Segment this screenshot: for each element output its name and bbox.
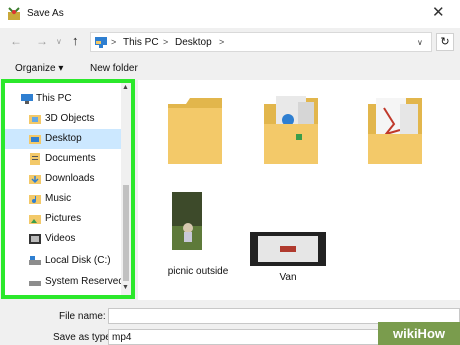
forward-arrow-icon[interactable]: → — [36, 34, 48, 48]
address-dropdown-icon[interactable]: ∨ — [417, 38, 423, 47]
nav-item-desktop[interactable]: Desktop — [5, 129, 121, 149]
drive-icon — [29, 281, 41, 286]
folder-item[interactable] — [366, 94, 424, 168]
save-as-type-label: Save as type: — [53, 332, 114, 343]
save-as-type-value: mp4 — [112, 332, 132, 343]
video-item[interactable]: Van — [250, 232, 330, 292]
this-pc-icon — [95, 37, 107, 48]
file-list: picnic outside Van — [138, 80, 460, 300]
watermark-logo: wikiHow — [378, 322, 460, 345]
nav-item-3d-objects[interactable]: 3D Objects — [5, 109, 121, 129]
folder-pdf-icon — [368, 98, 422, 164]
nav-item-label: This PC — [36, 93, 72, 104]
nav-scrollbar[interactable]: ▲ ▼ — [121, 83, 131, 295]
nav-item-label: Music — [45, 193, 72, 204]
nav-item-label: Local Disk (C:) — [45, 255, 111, 266]
nav-item-local-disk[interactable]: Local Disk (C:) — [5, 251, 121, 271]
downloads-icon — [29, 175, 41, 184]
nav-item-label: Documents — [45, 153, 96, 164]
folder-item[interactable] — [166, 94, 224, 168]
refresh-button[interactable]: ↻ — [436, 33, 454, 51]
video-thumbnail — [250, 232, 326, 266]
pictures-icon — [29, 215, 41, 224]
nav-item-this-pc[interactable]: This PC — [5, 89, 121, 109]
new-folder-button[interactable]: New folder — [90, 63, 138, 74]
nav-item-downloads[interactable]: Downloads — [5, 169, 121, 189]
title-bar: Save As ✕ — [0, 0, 460, 28]
nav-item-label: System Reserved — [45, 276, 124, 287]
image-item[interactable]: picnic outside — [168, 192, 232, 282]
folder-images-icon — [264, 96, 318, 164]
nav-item-label: Desktop — [45, 133, 82, 144]
desktop-icon — [29, 135, 41, 144]
videos-icon — [29, 234, 41, 244]
breadcrumb-separator: > — [163, 37, 169, 47]
scroll-down-icon[interactable]: ▼ — [122, 284, 129, 291]
nav-item-label: Pictures — [45, 213, 82, 224]
folder-icon — [168, 98, 222, 164]
documents-icon — [30, 153, 40, 165]
nav-item-videos[interactable]: Videos — [5, 229, 121, 249]
nav-item-label: Downloads — [45, 173, 95, 184]
drive-icon — [29, 256, 41, 265]
folder-item[interactable] — [262, 94, 320, 168]
toolbar: Organize ▾ New folder — [0, 56, 460, 80]
breadcrumb-this-pc[interactable]: This PC — [123, 37, 159, 48]
3d-objects-icon — [29, 115, 41, 124]
nav-item-system-reserved[interactable]: System Reserved — [5, 272, 124, 292]
pc-icon — [21, 94, 33, 104]
file-name-label: File name: — [59, 311, 106, 322]
address-bar[interactable]: > This PC > Desktop > ∨ — [90, 32, 432, 52]
nav-item-music[interactable]: Music — [5, 189, 121, 209]
recent-dropdown-icon[interactable]: ∨ — [56, 37, 62, 46]
image-thumbnail — [172, 192, 202, 250]
file-label: picnic outside — [167, 266, 229, 277]
address-row: ← → ∨ ↑ > This PC > Desktop > ∨ ↻ — [0, 28, 460, 56]
breadcrumb-separator[interactable]: > — [219, 37, 224, 47]
organize-button[interactable]: Organize ▾ — [15, 63, 63, 74]
app-icon — [8, 7, 20, 20]
file-label: Van — [279, 272, 297, 283]
close-button[interactable]: ✕ — [432, 3, 445, 21]
music-icon — [29, 195, 41, 204]
breadcrumb-separator: > — [111, 37, 117, 47]
nav-item-documents[interactable]: Documents — [5, 149, 121, 169]
scroll-up-icon[interactable]: ▲ — [122, 84, 129, 91]
up-arrow-icon[interactable]: ↑ — [72, 33, 79, 48]
navigation-pane: This PC 3D Objects Desktop Documents Dow… — [5, 83, 131, 295]
back-arrow-icon[interactable]: ← — [10, 34, 22, 48]
nav-item-pictures[interactable]: Pictures — [5, 209, 121, 229]
window-title: Save As — [27, 8, 64, 19]
scrollbar-thumb[interactable] — [123, 185, 129, 281]
breadcrumb-desktop[interactable]: Desktop — [175, 37, 212, 48]
nav-item-label: Videos — [45, 233, 76, 244]
nav-item-label: 3D Objects — [45, 113, 95, 124]
